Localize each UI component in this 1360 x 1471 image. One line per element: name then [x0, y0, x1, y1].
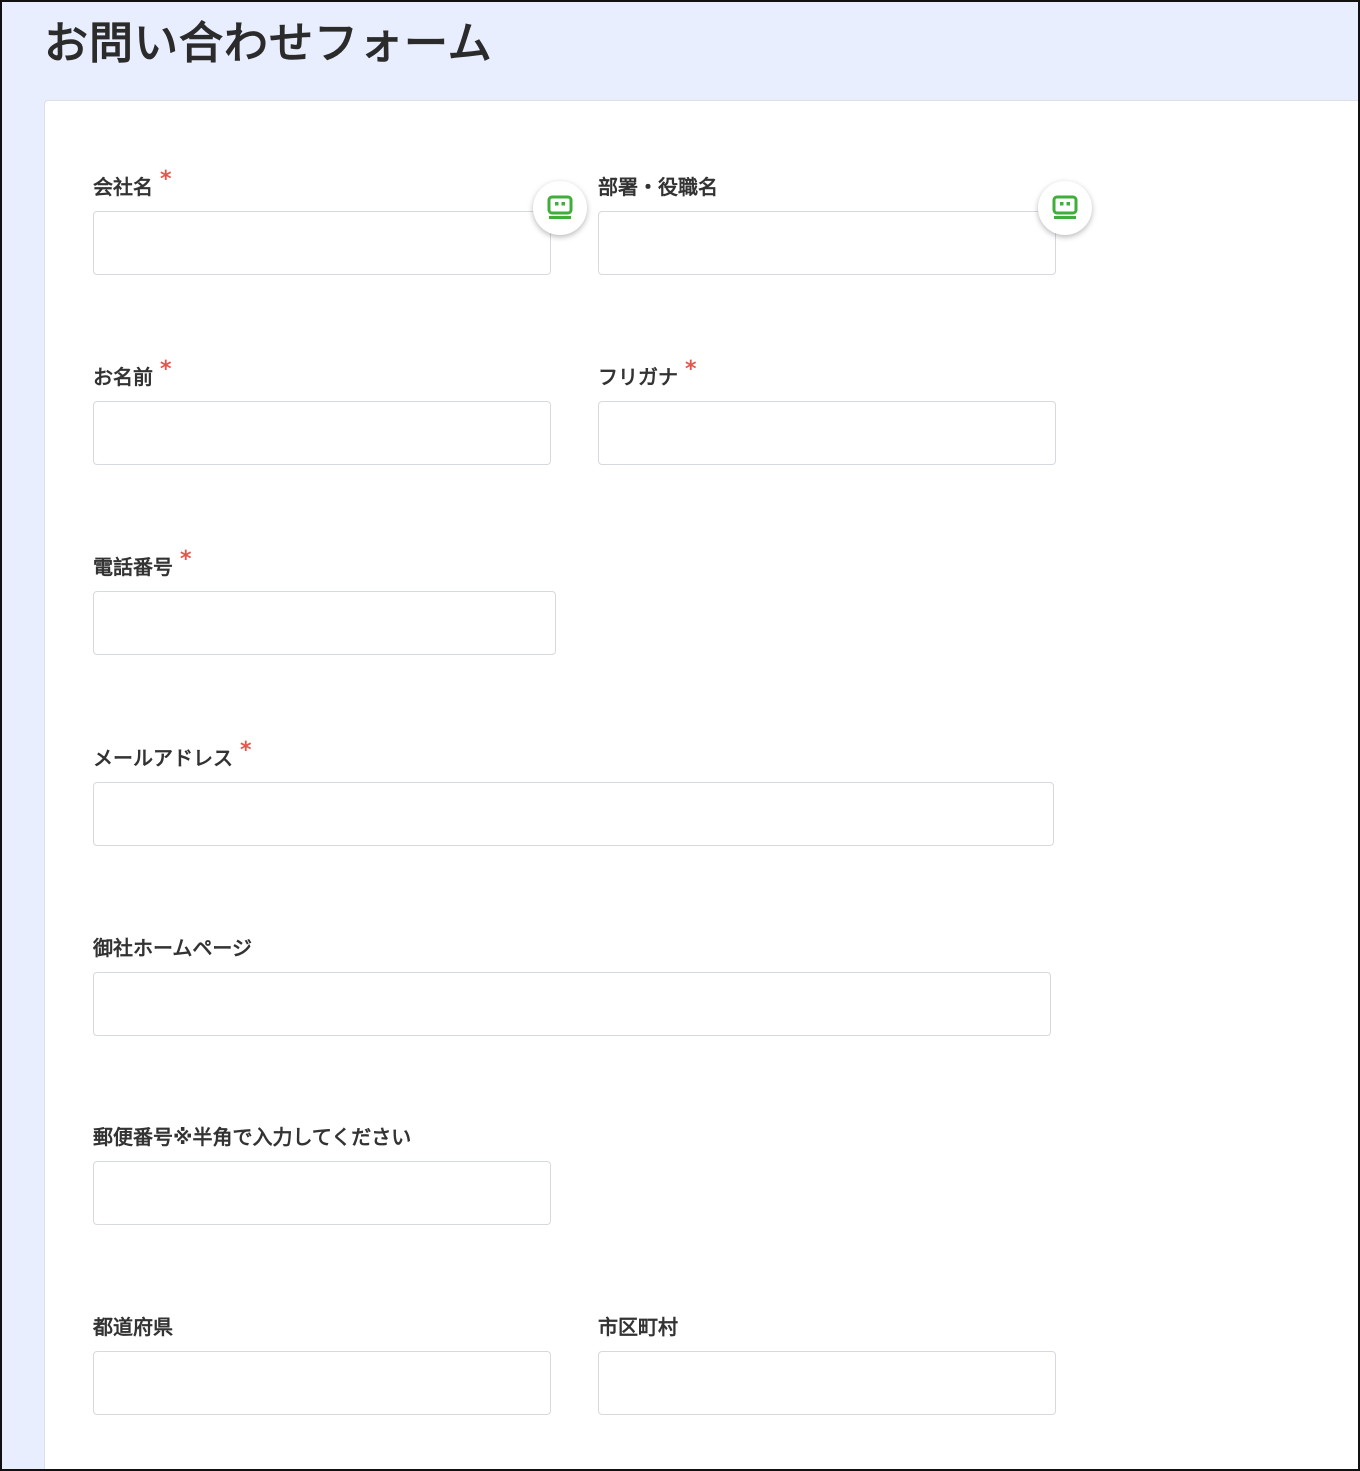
field-label-furigana: フリガナ *: [598, 357, 697, 391]
field-label-postal: 郵便番号※半角で入力してください: [93, 1123, 411, 1151]
email-input[interactable]: [93, 782, 1054, 846]
required-mark: *: [160, 167, 172, 192]
label-text: 会社名: [93, 175, 153, 199]
field-label-department: 部署・役職名: [598, 173, 718, 201]
prefecture-input[interactable]: [93, 1351, 551, 1415]
page-title: お問い合わせフォーム: [44, 18, 493, 69]
field-furigana: フリガナ *: [598, 357, 1056, 465]
field-label-prefecture: 都道府県: [93, 1313, 173, 1341]
required-mark: *: [180, 547, 192, 572]
required-mark: *: [685, 357, 697, 382]
phone-input[interactable]: [93, 591, 556, 655]
field-label-company: 会社名 *: [93, 167, 172, 201]
required-mark: *: [160, 357, 172, 382]
field-department: 部署・役職名: [598, 173, 1092, 275]
field-postal: 郵便番号※半角で入力してください: [93, 1123, 551, 1225]
postal-code-input[interactable]: [93, 1161, 551, 1225]
department-input[interactable]: [598, 211, 1056, 275]
password-manager-icon: [547, 195, 573, 219]
field-label-phone: 電話番号 *: [93, 547, 192, 581]
page: お問い合わせフォーム 会社名 * 部署・役職名 お名前 * フリガナ * 電話番…: [0, 0, 1360, 1471]
city-input[interactable]: [598, 1351, 1056, 1415]
field-prefecture: 都道府県: [93, 1313, 551, 1415]
autofill-button[interactable]: [533, 181, 587, 235]
required-mark: *: [240, 738, 252, 763]
label-text: 御社ホームページ: [93, 936, 252, 960]
field-phone: 電話番号 *: [93, 547, 556, 655]
form-card: 会社名 * 部署・役職名 お名前 * フリガナ * 電話番号 * メールアドレス…: [44, 100, 1358, 1469]
field-label-homepage: 御社ホームページ: [93, 934, 252, 962]
autofill-button[interactable]: [1038, 181, 1092, 235]
label-text: 市区町村: [598, 1315, 678, 1339]
field-homepage: 御社ホームページ: [93, 934, 1051, 1036]
field-company: 会社名 *: [93, 167, 587, 275]
field-email: メールアドレス *: [93, 738, 1054, 846]
password-manager-icon: [1052, 195, 1078, 219]
field-city: 市区町村: [598, 1313, 1056, 1415]
label-text: 都道府県: [93, 1315, 173, 1339]
label-text: メールアドレス: [93, 746, 233, 770]
label-text: 電話番号: [93, 555, 173, 579]
furigana-input[interactable]: [598, 401, 1056, 465]
field-name: お名前 *: [93, 357, 551, 465]
field-label-name: お名前 *: [93, 357, 172, 391]
label-text: 部署・役職名: [598, 175, 718, 199]
company-input[interactable]: [93, 211, 551, 275]
homepage-input[interactable]: [93, 972, 1051, 1036]
label-text: お名前: [93, 365, 153, 389]
field-label-email: メールアドレス *: [93, 738, 252, 772]
field-label-city: 市区町村: [598, 1313, 678, 1341]
label-text: フリガナ: [598, 365, 678, 389]
label-text: 郵便番号※半角で入力してください: [93, 1125, 412, 1149]
name-input[interactable]: [93, 401, 551, 465]
